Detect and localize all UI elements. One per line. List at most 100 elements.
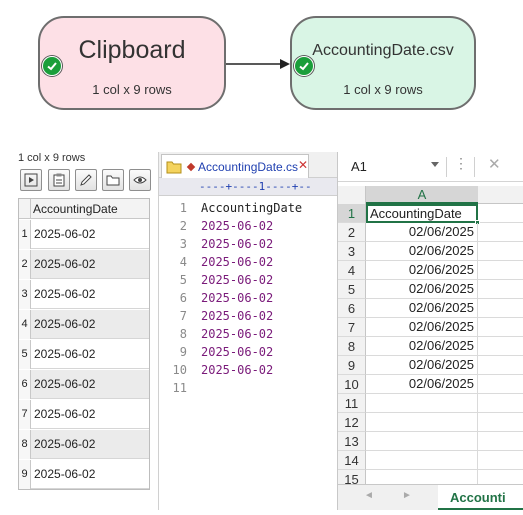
sheet-cell[interactable]	[478, 375, 523, 394]
editor-tab[interactable]: AccountingDate.csv ✕	[161, 154, 309, 178]
grid-row[interactable]: 3 2025-06-02	[19, 280, 149, 309]
sheet-cell[interactable]	[478, 299, 523, 318]
grid-row[interactable]: 4 2025-06-02	[19, 310, 149, 339]
sheet-cell[interactable]: 02/06/2025	[366, 223, 478, 242]
sheet-cell[interactable]	[478, 432, 523, 451]
name-box[interactable]: A1	[342, 155, 442, 177]
grid-row-number[interactable]: 5	[19, 340, 31, 369]
grid-row[interactable]: 6 2025-06-02	[19, 370, 149, 399]
grid-cell[interactable]: 2025-06-02	[34, 467, 95, 481]
row-header[interactable]: 1	[338, 204, 366, 223]
code-line[interactable]: 2025-06-02	[201, 363, 273, 377]
close-tab-icon[interactable]: ✕	[298, 158, 308, 172]
sheet-cell[interactable]: 02/06/2025	[366, 337, 478, 356]
code-line[interactable]: 2025-06-02	[201, 255, 273, 269]
sheet-cell[interactable]	[366, 432, 478, 451]
code-line[interactable]: 2025-06-02	[201, 327, 273, 341]
grid-corner[interactable]	[19, 199, 31, 219]
csv-node[interactable]: AccountingDate.csv 1 col x 9 rows	[290, 16, 476, 110]
grid-row-number[interactable]: 3	[19, 280, 31, 309]
sheet-cell[interactable]	[366, 451, 478, 470]
code-line[interactable]: 2025-06-02	[201, 237, 273, 251]
column-header-a[interactable]: A	[366, 186, 478, 204]
scroll-right-icon[interactable]: ►	[402, 490, 412, 501]
sheet-cell[interactable]	[478, 413, 523, 432]
grid-column-header[interactable]: AccountingDate	[33, 202, 118, 216]
scroll-left-icon[interactable]: ◄	[364, 490, 374, 501]
grid-row[interactable]: 2 2025-06-02	[19, 250, 149, 279]
clipboard-node[interactable]: Clipboard 1 col x 9 rows	[38, 16, 226, 110]
grid-cell[interactable]: 2025-06-02	[34, 437, 95, 451]
grid-row[interactable]: 5 2025-06-02	[19, 340, 149, 369]
sheet-cell[interactable]	[478, 356, 523, 375]
row-header[interactable]: 3	[338, 242, 366, 261]
eye-icon[interactable]	[129, 169, 151, 191]
row-header[interactable]: 6	[338, 299, 366, 318]
grid-cell[interactable]: 2025-06-02	[34, 287, 95, 301]
sheet-cell[interactable]	[366, 413, 478, 432]
row-header[interactable]: 13	[338, 432, 366, 451]
sheet-cell[interactable]	[478, 318, 523, 337]
sheet-cell[interactable]: 02/06/2025	[366, 242, 478, 261]
pencil-icon[interactable]	[75, 169, 97, 191]
grid-row[interactable]: 1 2025-06-02	[19, 220, 149, 249]
grid-row-number[interactable]: 1	[19, 220, 31, 249]
grid-row-number[interactable]: 7	[19, 400, 31, 429]
row-header[interactable]: 9	[338, 356, 366, 375]
row-header[interactable]: 8	[338, 337, 366, 356]
play-icon[interactable]	[20, 169, 42, 191]
code-line[interactable]: 2025-06-02	[201, 219, 273, 233]
active-cell[interactable]: AccountingDate	[366, 204, 478, 223]
sheet-cell[interactable]	[478, 223, 523, 242]
folder-icon[interactable]	[102, 169, 124, 191]
grid-row-number[interactable]: 4	[19, 310, 31, 339]
clipboard-grid[interactable]: AccountingDate 1 2025-06-02 2 2025-06-02 3 20…	[18, 198, 150, 490]
sheet-cell[interactable]	[478, 451, 523, 470]
grid-row-number[interactable]: 2	[19, 250, 31, 279]
sheet-cell[interactable]	[478, 394, 523, 413]
text-editor[interactable]: AccountingDate.csv ✕ ----+----1----+-- 1…	[158, 152, 337, 510]
sheet-cell[interactable]: 02/06/2025	[366, 261, 478, 280]
sheet-cell[interactable]: 02/06/2025	[366, 356, 478, 375]
select-all-corner[interactable]	[338, 186, 366, 204]
sheet-cell[interactable]: 02/06/2025	[366, 318, 478, 337]
row-header[interactable]: 11	[338, 394, 366, 413]
sheet-cell[interactable]	[366, 394, 478, 413]
sheet-tab[interactable]: Accounti	[438, 485, 523, 510]
sheet-cell[interactable]	[478, 204, 523, 223]
grid-row-number[interactable]: 9	[19, 460, 31, 489]
grid-row-number[interactable]: 8	[19, 430, 31, 459]
grid-row[interactable]: 9 2025-06-02	[19, 460, 149, 489]
grid-cell[interactable]: 2025-06-02	[34, 257, 95, 271]
grid-row[interactable]: 8 2025-06-02	[19, 430, 149, 459]
grid-cell[interactable]: 2025-06-02	[34, 407, 95, 421]
sheet-cell[interactable]: 02/06/2025	[366, 375, 478, 394]
sheet-cell[interactable]: 02/06/2025	[366, 299, 478, 318]
row-header[interactable]: 4	[338, 261, 366, 280]
sheet-cell[interactable]	[478, 242, 523, 261]
sheet-cell[interactable]: 02/06/2025	[366, 280, 478, 299]
row-header[interactable]: 12	[338, 413, 366, 432]
sheet-cell[interactable]	[478, 261, 523, 280]
chevron-down-icon[interactable]	[430, 161, 440, 169]
spreadsheet[interactable]: A1 ⋮ ✕ A 1 AccountingDate 2 02/06/2025 3 02/0…	[337, 152, 523, 510]
row-header[interactable]: 2	[338, 223, 366, 242]
sheet-cell[interactable]	[478, 337, 523, 356]
grid-cell[interactable]: 2025-06-02	[34, 227, 95, 241]
code-line[interactable]: 2025-06-02	[201, 309, 273, 323]
code-line[interactable]: 2025-06-02	[201, 273, 273, 287]
grid-cell[interactable]: 2025-06-02	[34, 317, 95, 331]
code-line[interactable]: 2025-06-02	[201, 345, 273, 359]
row-header[interactable]: 5	[338, 280, 366, 299]
grid-row[interactable]: 7 2025-06-02	[19, 400, 149, 429]
code-line[interactable]: 2025-06-02	[201, 291, 273, 305]
sheet-cell[interactable]	[478, 280, 523, 299]
code-line[interactable]: AccountingDate	[201, 201, 302, 215]
row-header[interactable]: 7	[338, 318, 366, 337]
more-options-icon[interactable]: ⋮	[454, 155, 468, 172]
row-header[interactable]: 14	[338, 451, 366, 470]
grid-cell[interactable]: 2025-06-02	[34, 347, 95, 361]
grid-cell[interactable]: 2025-06-02	[34, 377, 95, 391]
cancel-icon[interactable]: ✕	[488, 155, 501, 173]
row-header[interactable]: 10	[338, 375, 366, 394]
